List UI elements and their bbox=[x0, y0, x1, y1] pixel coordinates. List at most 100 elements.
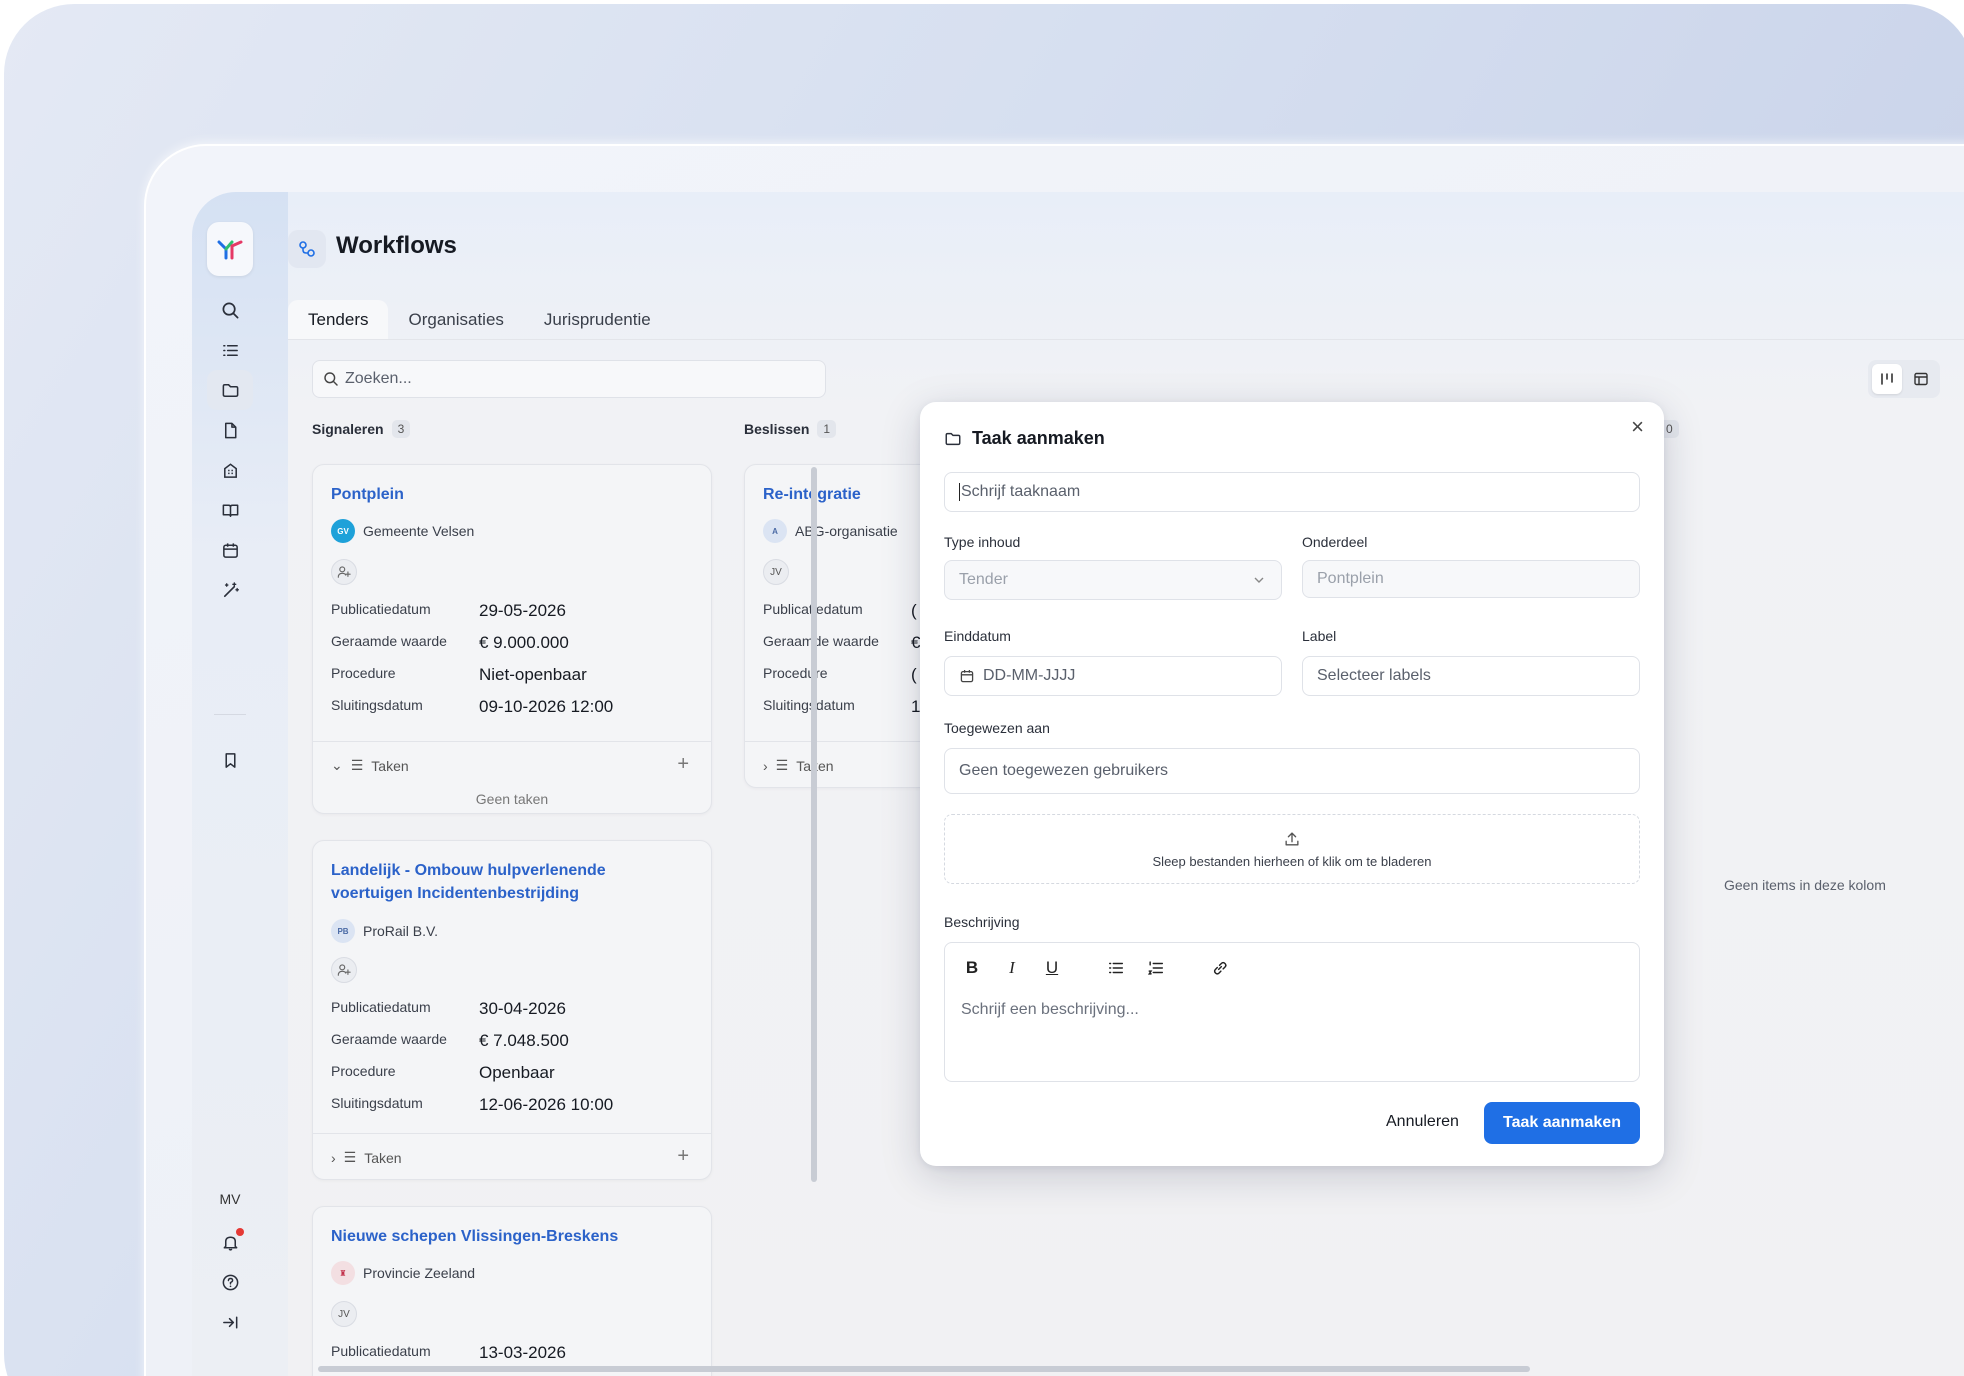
add-task-button[interactable]: + bbox=[677, 1145, 689, 1168]
modal-title: Taak aanmaken bbox=[944, 428, 1105, 449]
type-select[interactable]: Tender bbox=[944, 560, 1282, 600]
numbered-list-button[interactable] bbox=[1145, 957, 1167, 979]
tasks-toggle[interactable]: ⌄ ☰ Taken bbox=[331, 757, 409, 774]
field-geraamde-waarde: Geraamde waarde € 9.000.000 bbox=[331, 633, 569, 652]
tab-organisaties[interactable]: Organisaties bbox=[388, 300, 523, 340]
search-icon[interactable] bbox=[207, 290, 253, 330]
bold-button[interactable]: B bbox=[961, 957, 983, 979]
book-icon[interactable] bbox=[207, 490, 253, 530]
assignee-avatar[interactable]: JV bbox=[763, 559, 789, 585]
italic-button[interactable]: I bbox=[1001, 957, 1023, 979]
cancel-button[interactable]: Annuleren bbox=[1370, 1102, 1475, 1142]
field-geraamde-waarde: Geraamde waarde € 7.048.500 bbox=[331, 1031, 569, 1050]
type-label: Type inhoud bbox=[944, 534, 1021, 550]
empty-column-text: Geen items in deze kolom bbox=[1724, 877, 1886, 893]
bell-icon[interactable] bbox=[207, 1222, 253, 1262]
part-input: Pontplein bbox=[1302, 560, 1640, 598]
task-name-placeholder: Schrijf taaknaam bbox=[961, 483, 1081, 500]
tasks-toggle[interactable]: › ☰ Taken bbox=[331, 1149, 402, 1166]
chevron-down-icon bbox=[1254, 577, 1264, 583]
column-title: Signaleren bbox=[312, 421, 384, 437]
field-procedure: Procedure Openbaar bbox=[331, 1063, 555, 1082]
search-input[interactable]: Zoeken... bbox=[312, 360, 826, 398]
building-icon[interactable] bbox=[207, 450, 253, 490]
description-editor[interactable]: B I U Schrijf een beschrijving... bbox=[944, 942, 1640, 1082]
create-task-button[interactable]: Taak aanmaken bbox=[1484, 1102, 1640, 1144]
calendar-icon[interactable] bbox=[207, 530, 253, 570]
column-title: Beslissen bbox=[744, 421, 810, 437]
bullet-list-icon bbox=[1108, 962, 1124, 974]
tasks-toggle[interactable]: › ☰ Taken bbox=[763, 757, 834, 774]
assigned-users-select[interactable]: Geen toegewezen gebruikers bbox=[944, 748, 1640, 794]
bullet-list-button[interactable] bbox=[1105, 957, 1127, 979]
create-task-modal: × Taak aanmaken Schrijf taaknaam Type in… bbox=[920, 402, 1664, 1166]
card-organisation: A ABG-organisatie bbox=[763, 519, 898, 543]
sidebar: MV bbox=[192, 192, 288, 1376]
kanban-view-button[interactable] bbox=[1872, 364, 1902, 394]
card-organisation: GV Gemeente Velsen bbox=[331, 519, 474, 543]
text-caret bbox=[959, 483, 960, 501]
tab-bar: Tenders Organisaties Jurisprudentie bbox=[288, 300, 671, 340]
org-name: ProRail B.V. bbox=[363, 923, 438, 939]
card-title[interactable]: Landelijk - Ombouw hulpverlenende voertu… bbox=[331, 859, 606, 905]
card-divider bbox=[313, 1133, 711, 1134]
end-date-label: Einddatum bbox=[944, 628, 1011, 644]
help-icon[interactable] bbox=[207, 1262, 253, 1302]
user-avatar[interactable]: MV bbox=[207, 1187, 253, 1211]
card-title[interactable]: Nieuwe schepen Vlissingen-Breskens bbox=[331, 1225, 618, 1248]
card-title[interactable]: Pontplein bbox=[331, 483, 404, 506]
no-tasks-text: Geen taken bbox=[475, 791, 549, 807]
add-task-button[interactable]: + bbox=[677, 753, 689, 776]
org-logo-icon: PB bbox=[331, 919, 355, 943]
field-sluitingsdatum: Sluitingsdatum 12-06-2026 10:00 bbox=[331, 1095, 614, 1114]
field-publicatiedatum: Publicatiedatum( bbox=[763, 601, 917, 620]
page-title: Workflows bbox=[336, 232, 457, 259]
link-icon bbox=[1213, 961, 1227, 975]
bookmark-icon[interactable] bbox=[207, 740, 253, 780]
column-header-signaleren: Signaleren 3 bbox=[312, 420, 411, 438]
field-procedure: Procedure Niet-openbaar bbox=[331, 665, 587, 684]
folder-icon[interactable] bbox=[207, 370, 253, 410]
field-publicatiedatum: Publicatiedatum 30-04-2026 bbox=[331, 999, 566, 1018]
column-count: 1 bbox=[817, 420, 837, 438]
folder-icon bbox=[945, 432, 961, 445]
table-view-button[interactable] bbox=[1906, 364, 1936, 394]
task-name-input[interactable]: Schrijf taaknaam bbox=[944, 472, 1640, 512]
org-logo-icon: GV bbox=[331, 519, 355, 543]
document-icon[interactable] bbox=[207, 410, 253, 450]
vertical-scrollbar[interactable] bbox=[811, 467, 817, 1182]
magic-wand-icon[interactable] bbox=[207, 570, 253, 610]
tab-tenders[interactable]: Tenders bbox=[288, 300, 389, 340]
kanban-icon bbox=[1881, 373, 1893, 385]
list-icon[interactable] bbox=[207, 330, 253, 370]
table-icon bbox=[1914, 372, 1928, 386]
description-label: Beschrijving bbox=[944, 914, 1020, 930]
upload-text: Sleep bestanden hierheen of klik om te b… bbox=[1152, 853, 1432, 869]
task-card[interactable]: Landelijk - Ombouw hulpverlenende voertu… bbox=[312, 840, 712, 1180]
sidebar-divider bbox=[214, 714, 246, 715]
card-divider bbox=[313, 741, 711, 742]
add-user-icon[interactable] bbox=[331, 957, 357, 983]
app-logo[interactable] bbox=[207, 222, 253, 276]
underline-button[interactable]: U bbox=[1041, 957, 1063, 979]
collapse-sidebar-icon[interactable] bbox=[207, 1302, 253, 1342]
field-publicatiedatum: Publicatiedatum 13-03-2026 bbox=[331, 1343, 566, 1362]
horizontal-scrollbar[interactable] bbox=[318, 1366, 1530, 1372]
field-sluitingsdatum: Sluitingsdatum 1 bbox=[763, 697, 921, 716]
workflow-icon bbox=[288, 230, 326, 268]
link-button[interactable] bbox=[1209, 957, 1231, 979]
description-placeholder: Schrijf een beschrijving... bbox=[961, 1001, 1139, 1018]
logo-icon bbox=[217, 240, 243, 260]
labels-label: Label bbox=[1302, 628, 1337, 644]
chevron-down-icon: ⌄ bbox=[331, 757, 343, 773]
file-upload-dropzone[interactable]: Sleep bestanden hierheen of klik om te b… bbox=[944, 814, 1640, 884]
tab-jurisprudentie[interactable]: Jurisprudentie bbox=[524, 300, 671, 340]
end-date-input[interactable]: DD-MM-JJJJ bbox=[944, 656, 1282, 696]
assignee-avatar[interactable]: JV bbox=[331, 1301, 357, 1327]
add-user-icon[interactable] bbox=[331, 559, 357, 585]
task-card[interactable]: Nieuwe schepen Vlissingen-Breskens ♜ Pro… bbox=[312, 1206, 712, 1376]
field-publicatiedatum: Publicatiedatum 29-05-2026 bbox=[331, 601, 566, 620]
labels-select[interactable]: Selecteer labels bbox=[1302, 656, 1640, 696]
task-card[interactable]: Pontplein GV Gemeente Velsen Publicatied… bbox=[312, 464, 712, 814]
close-icon[interactable]: × bbox=[1631, 414, 1644, 440]
